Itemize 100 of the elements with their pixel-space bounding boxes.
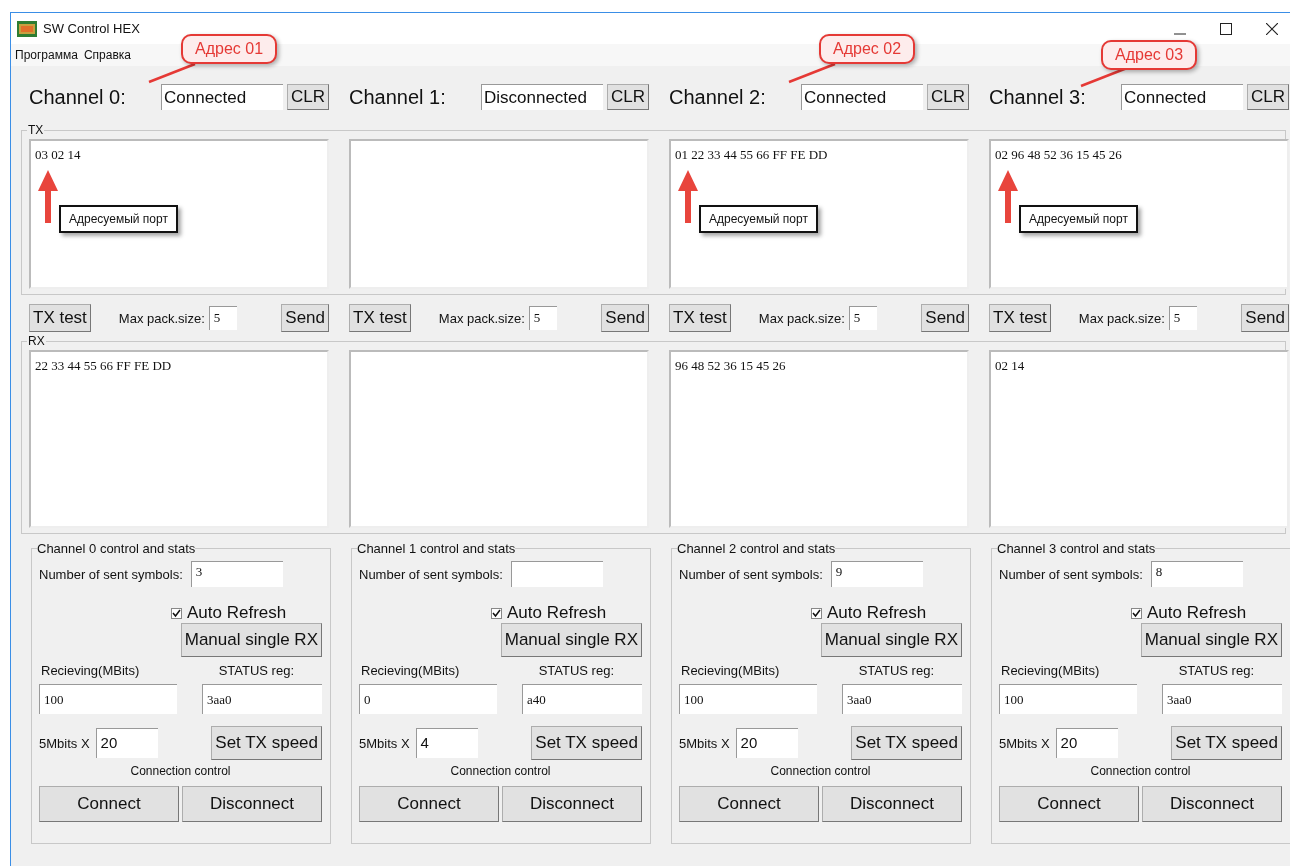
receiving-label: Recieving(MBits) (361, 663, 460, 678)
menu-item[interactable]: Справка (83, 48, 131, 62)
sent-symbols-field[interactable]: 3 (190, 561, 283, 587)
close-icon[interactable] (1266, 22, 1278, 35)
connect-button[interactable]: Connect (999, 786, 1139, 822)
send-button[interactable]: Send (601, 304, 649, 332)
status-reg-field[interactable]: a40 (522, 684, 642, 714)
connect-button[interactable]: Connect (39, 786, 179, 822)
status-field[interactable]: Disconnected (481, 84, 603, 110)
checkbox[interactable] (491, 607, 502, 619)
max-pack-label: Max pack.size: (1078, 310, 1165, 326)
clr-button[interactable]: CLR (1247, 84, 1289, 110)
status-field[interactable]: Connected (801, 84, 923, 110)
speed-field[interactable]: 20 (95, 728, 158, 758)
rx-text-area[interactable]: 96 48 52 36 15 45 26 (669, 350, 969, 528)
disconnect-button[interactable]: Disconnect (182, 786, 322, 822)
tx-text-area[interactable]: 02 96 48 52 36 15 45 26 Адресуемый порт (989, 139, 1289, 289)
note-label: Адресуемый порт (1019, 205, 1138, 233)
disconnect-button[interactable]: Disconnect (1142, 786, 1282, 822)
leader-line (147, 62, 197, 84)
arrow-icon (997, 169, 1019, 225)
status-field[interactable]: Connected (1121, 84, 1243, 110)
manual-rx-button[interactable]: Manual single RX (1140, 623, 1282, 657)
status-reg-label: STATUS reg: (1178, 663, 1254, 678)
menu-item[interactable]: Программа (15, 48, 78, 62)
set-speed-button[interactable]: Set TX speed (211, 726, 322, 760)
status-reg-label: STATUS reg: (858, 663, 934, 678)
maximize-icon[interactable] (1220, 22, 1232, 35)
sent-symbols-field[interactable] (510, 561, 603, 587)
manual-rx-button[interactable]: Manual single RX (180, 623, 322, 657)
arrow-icon (677, 169, 699, 225)
rx-text-area[interactable]: 22 33 44 55 66 FF FE DD (29, 350, 329, 528)
set-speed-button[interactable]: Set TX speed (531, 726, 642, 760)
rx-text-area[interactable]: 02 14 (989, 350, 1289, 528)
tx-test-button[interactable]: TX test (669, 304, 731, 332)
speed-label: 5Mbits X (999, 735, 1050, 751)
checkbox-label: Auto Refresh (827, 603, 927, 623)
set-speed-button[interactable]: Set TX speed (851, 726, 962, 760)
connection-control-label: Connection control (1090, 764, 1191, 778)
send-button[interactable]: Send (1241, 304, 1289, 332)
connection-control-label: Connection control (130, 764, 231, 778)
tx-data-text: 03 02 14 (35, 147, 81, 162)
sent-symbols-field[interactable]: 9 (830, 561, 923, 587)
arrow-icon (37, 169, 59, 225)
channel-label: Channel 0: (29, 85, 127, 109)
receiving-label: Recieving(MBits) (1001, 663, 1100, 678)
speed-field[interactable]: 20 (1055, 728, 1118, 758)
max-pack-field[interactable]: 5 (848, 306, 877, 330)
group-label: Channel 2 control and stats (677, 541, 836, 556)
max-pack-field[interactable]: 5 (528, 306, 557, 330)
status-reg-field[interactable]: 3aa0 (202, 684, 322, 714)
status-reg-field[interactable]: 3aa0 (842, 684, 962, 714)
tx-text-area[interactable]: 03 02 14 Адресуемый порт (29, 139, 329, 289)
disconnect-button[interactable]: Disconnect (822, 786, 962, 822)
receiving-label: Recieving(MBits) (41, 663, 140, 678)
tx-test-button[interactable]: TX test (29, 304, 91, 332)
receiving-field[interactable]: 0 (359, 684, 497, 714)
channel-label: Channel 1: (349, 85, 447, 109)
note-label: Адресуемый порт (699, 205, 818, 233)
channel-label: Channel 2: (669, 85, 767, 109)
app-icon (17, 20, 37, 37)
group-label: TX (27, 123, 45, 137)
checkbox-label: Auto Refresh (1147, 603, 1247, 623)
checkbox[interactable] (171, 607, 182, 619)
tx-test-button[interactable]: TX test (989, 304, 1051, 332)
status-field[interactable]: Connected (161, 84, 283, 110)
tx-test-button[interactable]: TX test (349, 304, 411, 332)
sent-symbols-label: Number of sent symbols: (679, 566, 823, 582)
speed-field[interactable]: 20 (735, 728, 798, 758)
status-reg-label: STATUS reg: (538, 663, 614, 678)
receiving-field[interactable]: 100 (679, 684, 817, 714)
checkbox[interactable] (1131, 607, 1142, 619)
tx-text-area[interactable]: 01 22 33 44 55 66 FF FE DD Адресуемый порт (669, 139, 969, 289)
send-button[interactable]: Send (281, 304, 329, 332)
connect-button[interactable]: Connect (679, 786, 819, 822)
max-pack-label: Max pack.size: (758, 310, 845, 326)
checkbox[interactable] (811, 607, 822, 619)
status-reg-field[interactable]: 3aa0 (1162, 684, 1282, 714)
manual-rx-button[interactable]: Manual single RX (820, 623, 962, 657)
connect-button[interactable]: Connect (359, 786, 499, 822)
set-speed-button[interactable]: Set TX speed (1171, 726, 1282, 760)
max-pack-field[interactable]: 5 (1168, 306, 1197, 330)
speed-field[interactable]: 4 (415, 728, 478, 758)
sent-symbols-label: Number of sent symbols: (39, 566, 183, 582)
send-button[interactable]: Send (921, 304, 969, 332)
receiving-field[interactable]: 100 (999, 684, 1137, 714)
sent-symbols-field[interactable]: 8 (1150, 561, 1243, 587)
manual-rx-button[interactable]: Manual single RX (500, 623, 642, 657)
clr-button[interactable]: CLR (287, 84, 329, 110)
clr-button[interactable]: CLR (927, 84, 969, 110)
receiving-field[interactable]: 100 (39, 684, 177, 714)
disconnect-button[interactable]: Disconnect (502, 786, 642, 822)
max-pack-field[interactable]: 5 (208, 306, 237, 330)
sent-symbols-label: Number of sent symbols: (999, 566, 1143, 582)
sent-symbols-label: Number of sent symbols: (359, 566, 503, 582)
speed-label: 5Mbits X (39, 735, 90, 751)
group-label: Channel 3 control and stats (997, 541, 1156, 556)
clr-button[interactable]: CLR (607, 84, 649, 110)
checkbox-label: Auto Refresh (187, 603, 287, 623)
window-title: SW Control HEX (43, 21, 140, 36)
